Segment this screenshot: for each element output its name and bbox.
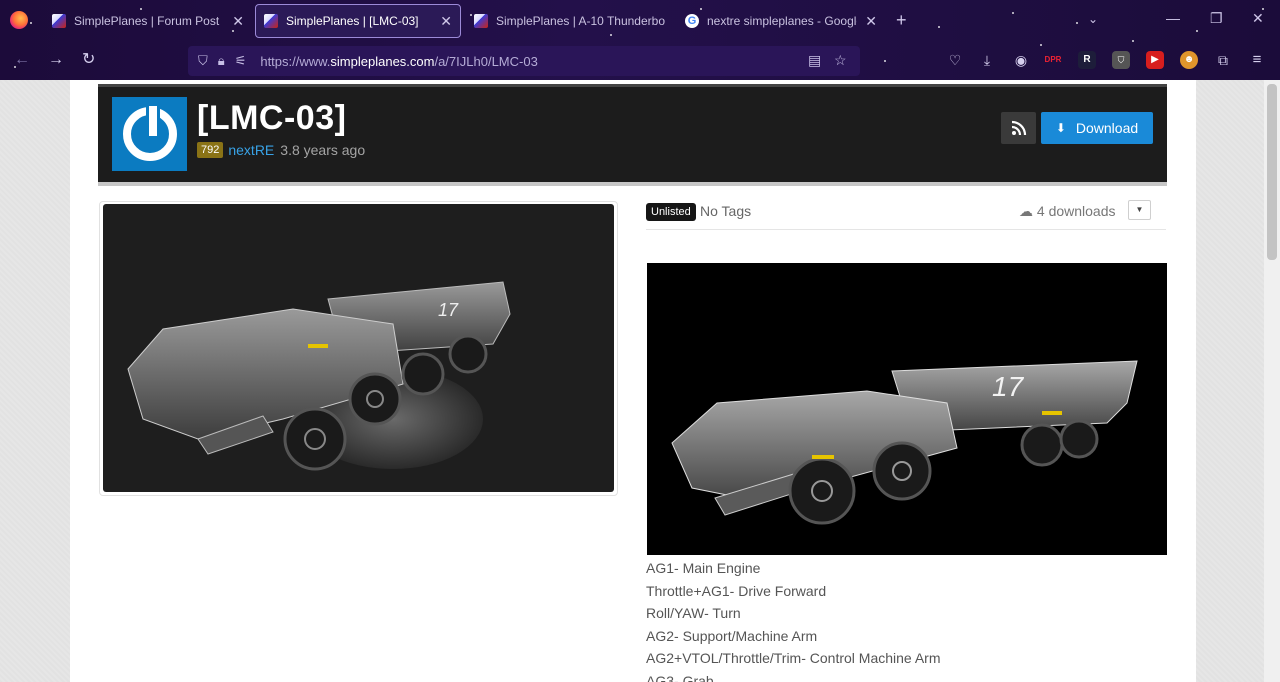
simpleplanes-favicon-icon bbox=[52, 14, 66, 28]
tab-title: SimplePlanes | [LMC-03] bbox=[286, 14, 419, 28]
vehicle-render-image: 17 bbox=[127, 281, 511, 471]
tab-title: SimplePlanes | Forum Post bbox=[74, 14, 220, 28]
google-favicon-icon bbox=[685, 14, 699, 28]
forward-icon[interactable]: → bbox=[48, 50, 64, 70]
description-line: AG3- Grab bbox=[646, 672, 714, 682]
list-tabs-chevron-icon[interactable]: ⌄ bbox=[1088, 12, 1098, 26]
svg-text:17: 17 bbox=[438, 300, 459, 320]
author-avatar[interactable] bbox=[112, 97, 187, 171]
download-count: ☁ 4 downloads bbox=[1019, 203, 1116, 220]
tab-google-search[interactable]: nextre simpleplanes - Google P ✕ bbox=[677, 4, 885, 38]
tab-lmc-03[interactable]: SimplePlanes | [LMC-03] ✕ bbox=[255, 4, 461, 38]
close-window-icon[interactable]: ✕ bbox=[1252, 10, 1264, 27]
download-button[interactable]: ⬇ Download bbox=[1041, 112, 1153, 144]
reader-view-icon[interactable]: ▤ bbox=[808, 52, 821, 69]
extensions-puzzle-icon[interactable]: ⧉ bbox=[1214, 51, 1232, 69]
upload-age: 3.8 years ago bbox=[280, 142, 366, 158]
minimize-icon[interactable]: — bbox=[1166, 10, 1180, 26]
lock-icon[interactable]: 🔒︎ bbox=[218, 53, 225, 69]
tab-title: nextre simpleplanes - Google P bbox=[707, 14, 857, 28]
download-count-text: 4 downloads bbox=[1036, 203, 1116, 219]
vehicle-screenshot-image: 17 bbox=[671, 360, 1138, 525]
extension-shield-icon[interactable]: ⛉ bbox=[1112, 51, 1130, 69]
tab-a10-thunderbolt[interactable]: SimplePlanes | A-10 Thunderbo bbox=[466, 4, 674, 38]
new-tab-icon[interactable]: + bbox=[896, 10, 907, 31]
craft-meta: 792 nextRE 3.8 years ago bbox=[197, 142, 365, 158]
description-line: AG1- Main Engine bbox=[646, 560, 761, 576]
permissions-icon[interactable]: ⚟ bbox=[235, 53, 247, 69]
pocket-icon[interactable]: ♡ bbox=[946, 51, 964, 69]
craft-description: AG1- Main Engine Throttle+AG1- Drive For… bbox=[646, 557, 940, 682]
extension-youtube-icon[interactable]: ▶ bbox=[1146, 51, 1164, 69]
craft-title: [LMC-03] bbox=[197, 99, 347, 137]
simpleplanes-favicon-icon bbox=[264, 14, 278, 28]
main-screenshot[interactable]: 17 bbox=[647, 263, 1167, 555]
back-icon[interactable]: ← bbox=[14, 50, 30, 70]
rss-icon bbox=[1011, 120, 1026, 136]
download-icon: ⬇ bbox=[1055, 121, 1066, 135]
tags-row: Unlisted No Tags ☁ 4 downloads ▼ bbox=[646, 200, 1166, 230]
rss-button[interactable] bbox=[1001, 112, 1036, 144]
description-line: Throttle+AG1- Drive Forward bbox=[646, 582, 827, 599]
extension-dpr-icon[interactable]: DPR bbox=[1044, 51, 1062, 69]
close-tab-icon[interactable]: ✕ bbox=[865, 13, 877, 30]
url-bar[interactable]: ⛉ 🔒︎ ⚟ https://www.simpleplanes.com/a/7I… bbox=[188, 46, 860, 76]
close-tab-icon[interactable]: ✕ bbox=[232, 13, 244, 30]
author-link[interactable]: nextRE bbox=[228, 142, 274, 158]
close-tab-icon[interactable]: ✕ bbox=[440, 13, 452, 30]
download-label: Download bbox=[1075, 120, 1139, 136]
simpleplanes-favicon-icon bbox=[474, 14, 488, 28]
downloads-icon[interactable]: ⤓ bbox=[978, 51, 996, 69]
reload-icon[interactable]: ↻ bbox=[82, 50, 95, 70]
description-line: AG2+VTOL/Throttle/Trim- Control Machine … bbox=[646, 650, 941, 666]
tab-forum-post[interactable]: SimplePlanes | Forum Post ✕ bbox=[44, 4, 252, 38]
tags-label: No Tags bbox=[700, 203, 752, 219]
account-icon[interactable]: ◉ bbox=[1012, 51, 1030, 69]
extension-r-icon[interactable]: R bbox=[1078, 51, 1096, 69]
points-badge: 792 bbox=[197, 142, 224, 158]
scrollbar-thumb[interactable] bbox=[1267, 84, 1277, 260]
extension-face-icon[interactable]: ☻ bbox=[1180, 51, 1198, 69]
power-logo-icon bbox=[122, 103, 177, 161]
tab-bar: SimplePlanes | Forum Post ✕ SimplePlanes… bbox=[0, 0, 1280, 42]
cloud-download-icon: ☁ bbox=[1019, 203, 1033, 219]
tab-title: SimplePlanes | A-10 Thunderbo bbox=[496, 14, 666, 28]
description-line: Roll/YAW- Turn bbox=[646, 605, 741, 621]
restore-icon[interactable]: ❐ bbox=[1210, 10, 1223, 27]
craft-thumbnail[interactable]: 17 bbox=[103, 204, 614, 492]
svg-text:17: 17 bbox=[992, 371, 1025, 402]
menu-hamburger-icon[interactable]: ≡ bbox=[1248, 51, 1266, 69]
shield-icon[interactable]: ⛉ bbox=[198, 53, 208, 69]
visibility-badge: Unlisted bbox=[646, 203, 696, 221]
bookmark-star-icon[interactable]: ☆ bbox=[834, 52, 847, 69]
header-divider bbox=[98, 182, 1167, 186]
firefox-icon[interactable] bbox=[10, 11, 28, 29]
options-dropdown-button[interactable]: ▼ bbox=[1128, 200, 1151, 220]
description-line: AG2- Support/Machine Arm bbox=[646, 627, 818, 644]
url-text[interactable]: https://www.simpleplanes.com/a/7IJLh0/LM… bbox=[260, 54, 537, 69]
